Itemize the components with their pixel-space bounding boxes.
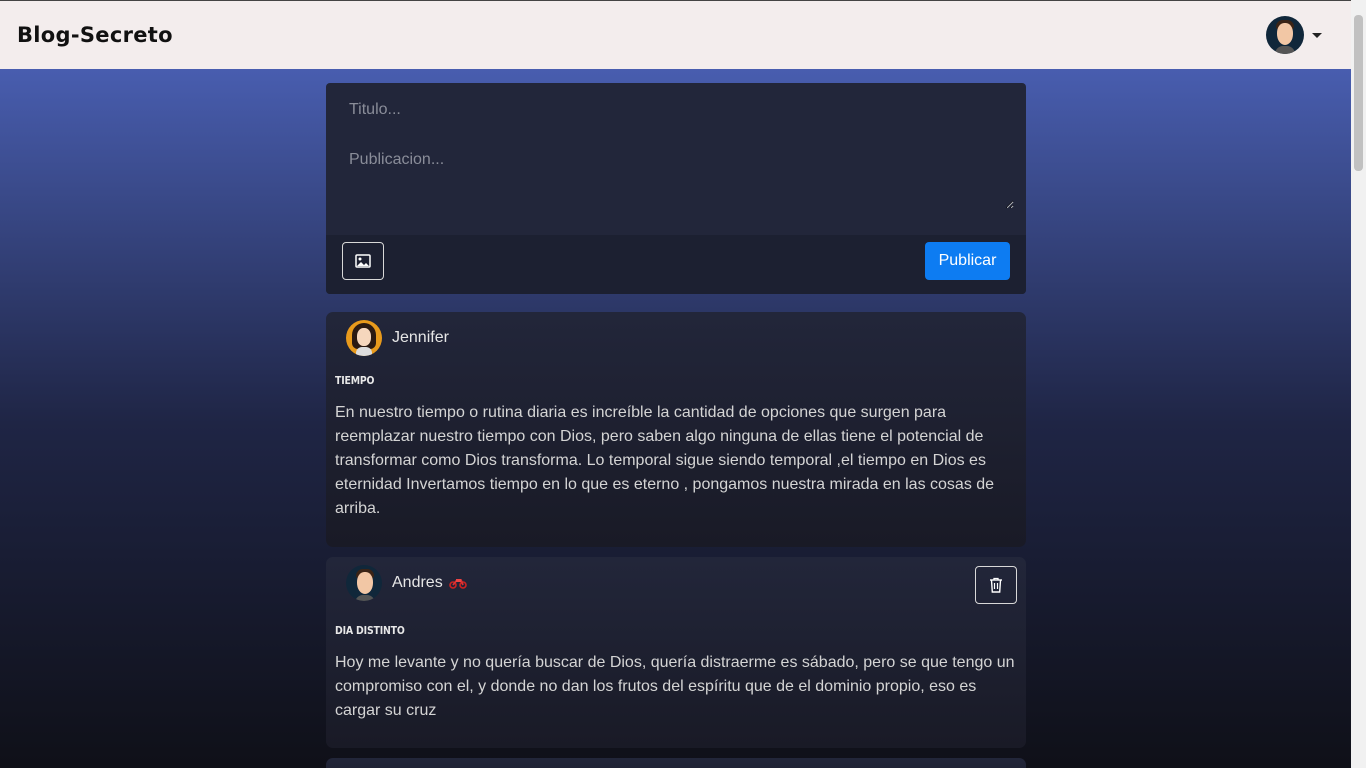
- post-title: DIA DISTINTO: [335, 624, 405, 637]
- post-body: Hoy me levante y no quería buscar de Dio…: [335, 654, 1015, 719]
- post-card: [326, 758, 1026, 768]
- chevron-down-icon[interactable]: [1312, 32, 1322, 38]
- delete-post-button[interactable]: [975, 566, 1017, 604]
- post-card: Andres DIA DISTINTO Hoy me levante y no …: [326, 557, 1026, 748]
- motorcycle-icon: [448, 579, 467, 589]
- add-image-button[interactable]: [342, 242, 384, 280]
- author-name: Andres: [392, 574, 443, 591]
- post-body: En nuestro tiempo o rutina diaria es inc…: [335, 404, 995, 517]
- post-card: Jennifer TIEMPO En nuestro tiempo o ruti…: [326, 312, 1026, 547]
- author-avatar: [346, 320, 382, 356]
- scrollbar[interactable]: [1351, 0, 1366, 768]
- author-avatar: [346, 565, 382, 601]
- navbar: Blog-Secreto: [0, 0, 1351, 69]
- user-menu[interactable]: [1266, 16, 1322, 54]
- post-composer: Publicar: [326, 83, 1026, 294]
- user-avatar[interactable]: [1266, 16, 1304, 54]
- post-author: Andres: [346, 565, 467, 601]
- post-body-input[interactable]: [342, 151, 1014, 209]
- image-icon: [355, 254, 371, 268]
- brand-logo[interactable]: Blog-Secreto: [17, 23, 173, 47]
- author-name: Jennifer: [392, 329, 449, 346]
- post-title: TIEMPO: [335, 374, 375, 387]
- composer-footer: Publicar: [326, 235, 1026, 294]
- trash-icon: [990, 577, 1002, 593]
- post-author: Jennifer: [346, 320, 449, 356]
- title-input[interactable]: [342, 95, 1010, 125]
- publish-button[interactable]: Publicar: [925, 242, 1010, 280]
- scrollbar-thumb[interactable]: [1354, 15, 1363, 171]
